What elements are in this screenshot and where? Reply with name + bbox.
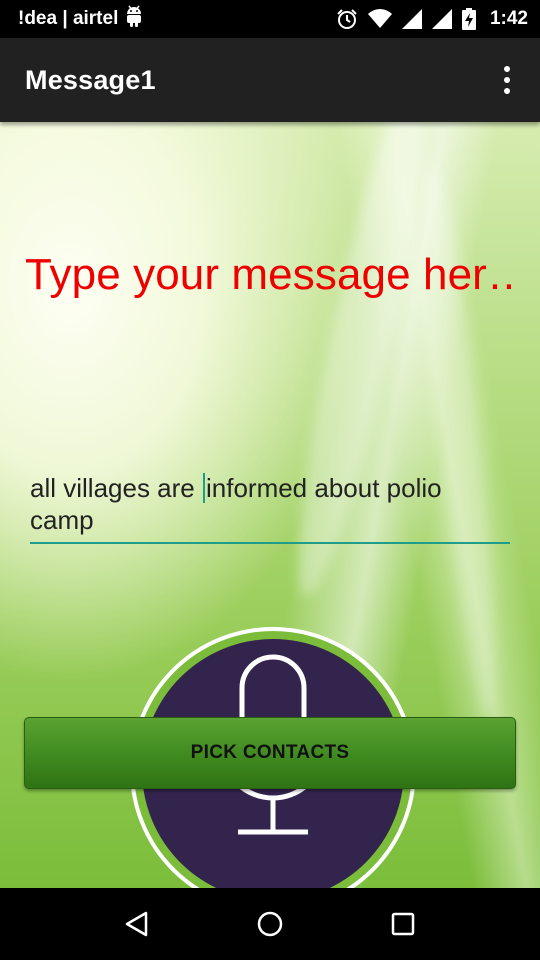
background-streak — [410, 161, 510, 723]
main-content: Type your message her… all villages are … — [0, 122, 540, 888]
message-heading: Type your message her… — [25, 250, 520, 299]
pick-contacts-button[interactable]: PICK CONTACTS — [24, 717, 516, 789]
message-input[interactable]: all villages are informed about polio ca… — [30, 472, 510, 544]
app-title: Message1 — [25, 64, 156, 95]
back-icon[interactable] — [107, 894, 167, 954]
signal-icon — [401, 9, 422, 29]
clock-time: 1:42 — [489, 8, 528, 29]
recents-icon[interactable] — [373, 894, 433, 954]
wifi-icon — [367, 9, 392, 29]
battery-charging-icon — [461, 8, 476, 30]
status-left: !dea | airtel — [18, 5, 144, 33]
home-icon[interactable] — [240, 894, 300, 954]
text-cursor — [202, 473, 205, 503]
status-right: 1:42 — [336, 8, 528, 30]
android-icon — [124, 5, 144, 33]
signal-icon — [431, 9, 452, 29]
alarm-icon — [336, 8, 358, 30]
more-vert-icon[interactable] — [492, 60, 522, 100]
app-bar: Message1 — [0, 38, 540, 122]
navigation-bar — [0, 888, 540, 960]
carrier-label: !dea | airtel — [18, 8, 119, 29]
message-text-before: all villages are — [30, 473, 202, 503]
status-bar: !dea | airtel 1:42 — [0, 0, 540, 38]
